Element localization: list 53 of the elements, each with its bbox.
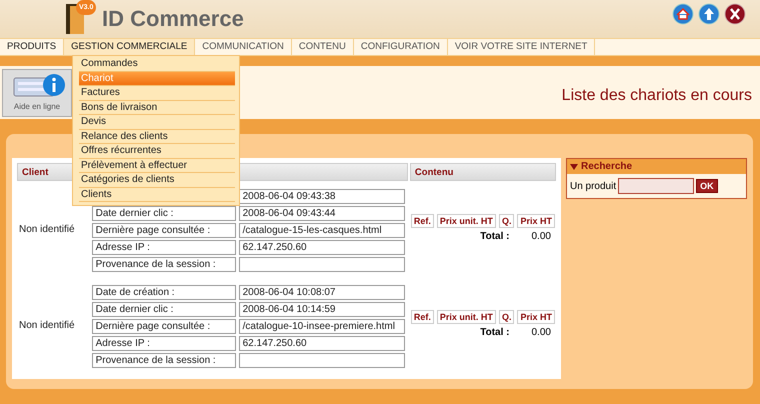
nav-tab[interactable]: GESTION COMMERCIALE <box>64 39 196 55</box>
field-label: Dernière page consultée : <box>92 319 236 334</box>
field-label: Provenance de la session : <box>92 257 236 272</box>
field-label: Date dernier clic : <box>92 206 236 221</box>
nav-tab[interactable]: CONFIGURATION <box>354 39 448 55</box>
total-value: 0.00 <box>532 326 551 338</box>
menu-item[interactable]: Devis <box>79 115 235 130</box>
field-value: 2008-06-04 10:14:59 <box>238 302 405 317</box>
content-column-header: Q. <box>498 310 514 324</box>
search-panel-title: Recherche <box>580 161 632 172</box>
product-label: Un produit <box>570 180 616 192</box>
content-column-header: Prix unit. HT <box>436 310 496 324</box>
field-value: 2008-06-04 09:43:38 <box>238 189 405 204</box>
client-cell-text: Non identifié <box>18 318 76 332</box>
field-label: Adresse IP : <box>92 336 236 351</box>
field-value: 62.147.250.60 <box>238 240 405 255</box>
field-label: Provenance de la session : <box>92 353 236 368</box>
content-column-header: Q. <box>498 214 514 228</box>
menu-item[interactable]: Factures <box>79 86 235 100</box>
caret-down-icon <box>570 164 578 170</box>
nav-tab[interactable]: VOIR VOTRE SITE INTERNET <box>448 39 596 55</box>
content-column-header: Ref. <box>410 310 434 324</box>
app-title: ID Commerce <box>102 6 244 32</box>
page-title: Liste des chariots en cours <box>562 86 752 104</box>
ok-button[interactable]: OK <box>696 179 718 193</box>
field-value: 2008-06-04 10:08:07 <box>238 285 405 300</box>
content-column-header: Ref. <box>410 214 434 228</box>
product-search-field[interactable] <box>618 178 694 194</box>
menu-item[interactable]: Offres récurrentes <box>79 144 235 158</box>
field-value: /catalogue-10-insee-premiere.html <box>238 319 405 334</box>
menu-item[interactable]: Clients <box>79 188 235 202</box>
total-value: 0.00 <box>532 230 551 242</box>
content-column-header: Prix HT <box>517 214 555 228</box>
menu-item[interactable]: Relance des clients <box>79 130 235 144</box>
field-label: Adresse IP : <box>92 240 236 255</box>
content-column-header: Prix unit. HT <box>436 214 496 228</box>
home-icon[interactable] <box>672 3 694 25</box>
field-value: 62.147.250.60 <box>238 336 405 351</box>
nav-tab[interactable]: CONTENU <box>292 39 354 55</box>
online-help-button[interactable]: Aide en ligne <box>2 68 72 116</box>
field-label: Date de création : <box>92 285 236 300</box>
column-header: Contenu <box>410 163 556 181</box>
menu-item[interactable]: Prélèvement à effectuer <box>79 158 235 173</box>
field-value: 2008-06-04 09:43:44 <box>238 206 405 221</box>
content-column-header: Prix HT <box>517 310 555 324</box>
total-label: Total : <box>480 326 510 338</box>
field-label: Dernière page consultée : <box>92 223 236 238</box>
field-label: Date dernier clic : <box>92 302 236 317</box>
menu-item[interactable]: Catégories de clients <box>79 173 235 188</box>
menu-item[interactable]: Bons de livraison <box>79 100 235 115</box>
field-value: /catalogue-15-les-casques.html <box>238 223 405 238</box>
close-icon[interactable] <box>724 3 746 25</box>
total-label: Total : <box>480 230 510 242</box>
